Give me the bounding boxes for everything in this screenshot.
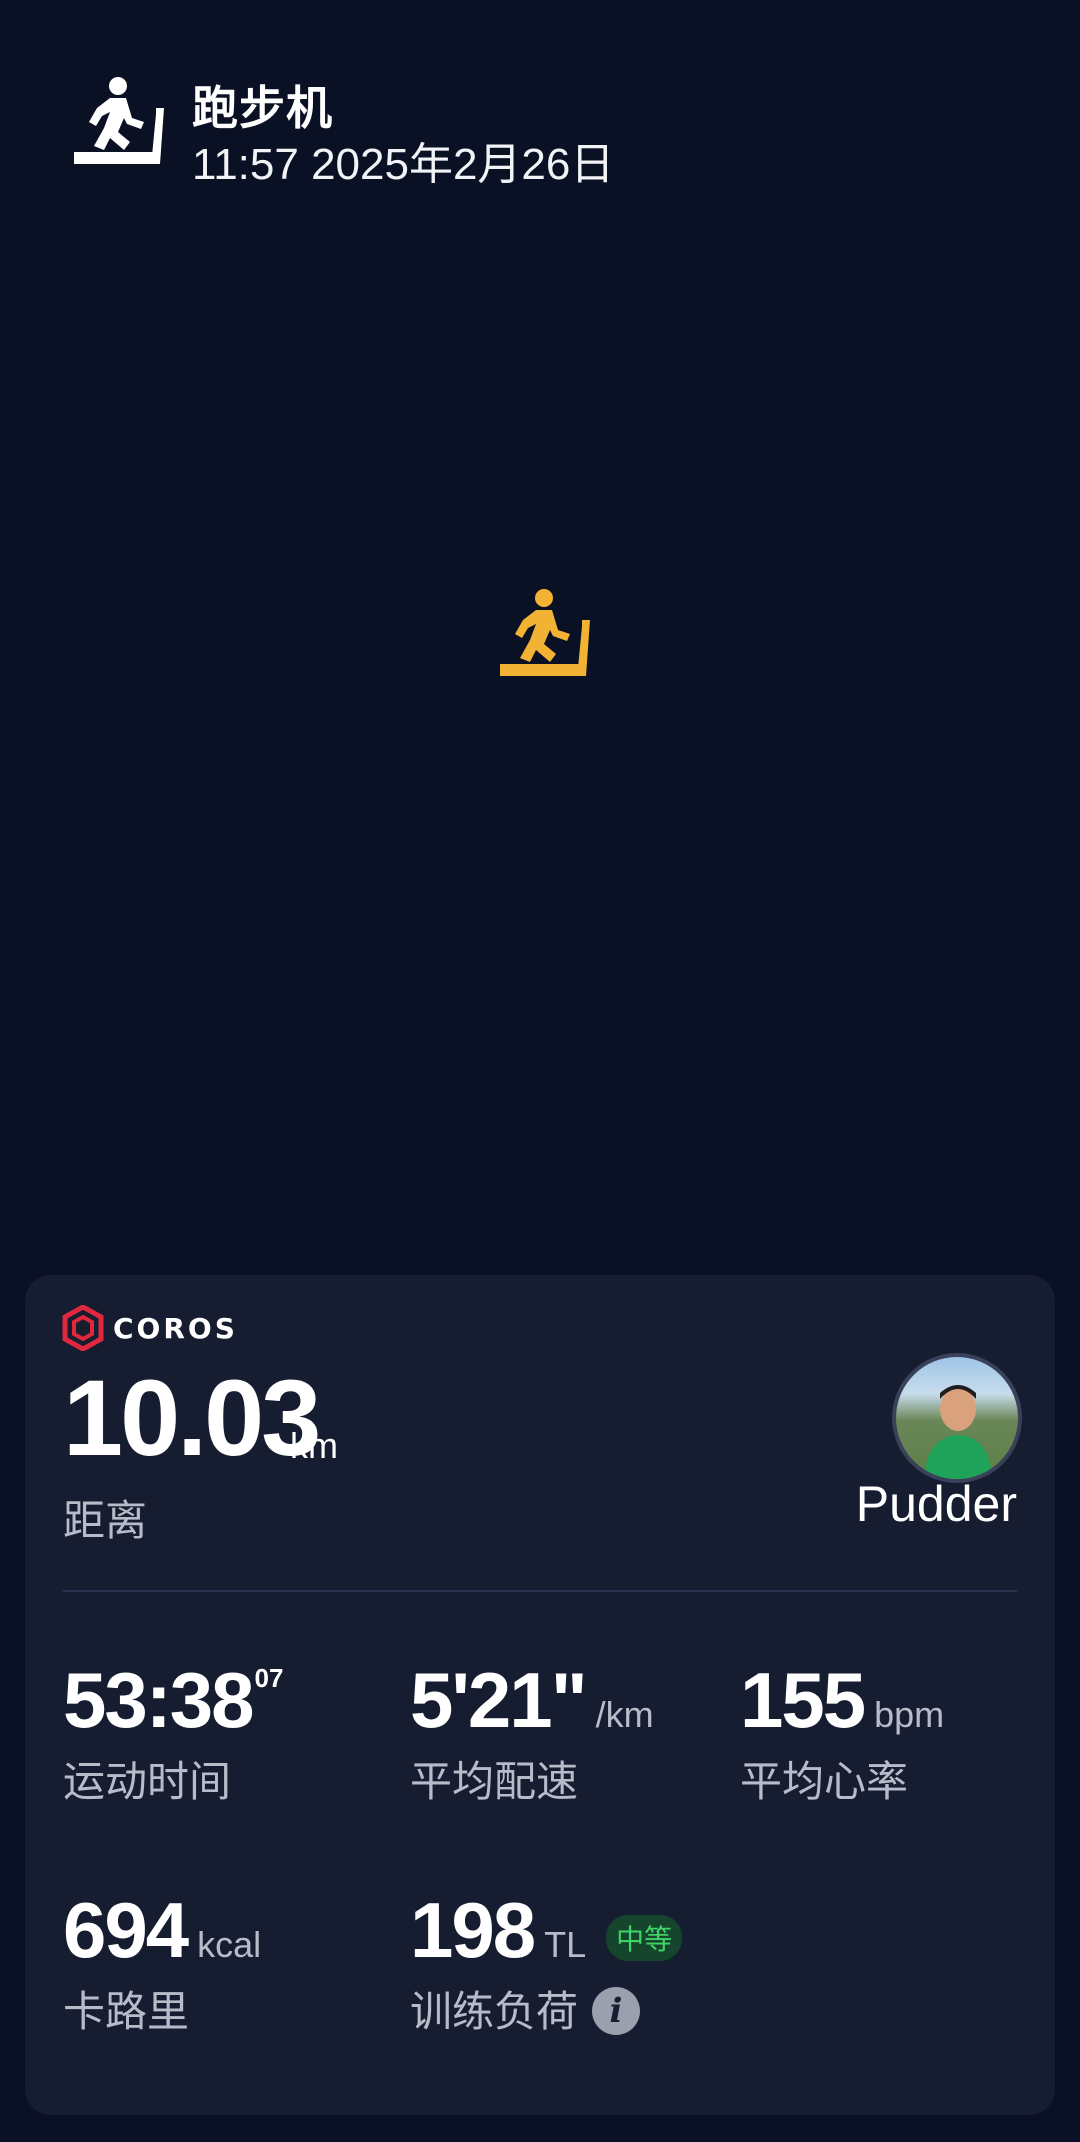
calories-unit: kcal: [197, 1924, 262, 1965]
ring-ray: [476, 319, 526, 485]
stat-calories: 694 kcal 卡路里: [63, 1885, 261, 2039]
activity-summary-card: COROS 10.03 km 距离 Pudder 53:3807 运动时间 5'…: [25, 1275, 1055, 2115]
pace-value: 5'21": [410, 1656, 588, 1744]
center-treadmill-icon: [500, 589, 590, 676]
info-icon[interactable]: i: [592, 1986, 641, 2035]
stat-heart-rate: 155 bpm 平均心率: [740, 1655, 944, 1809]
avatar[interactable]: [892, 1353, 1022, 1483]
stat-pace: 5'21"/km 平均配速: [410, 1655, 654, 1809]
duration-value: 53:38: [63, 1656, 254, 1744]
pace-label: 平均配速: [410, 1758, 579, 1805]
brand: COROS: [61, 1305, 238, 1351]
calories-label: 卡路里: [63, 1988, 190, 2035]
distance-label: 距离: [63, 1497, 148, 1544]
coros-logo-icon: [62, 1305, 104, 1351]
pace-unit: /km: [595, 1694, 654, 1735]
divider: [63, 1590, 1017, 1592]
training-load-unit: TL: [544, 1924, 587, 1965]
calories-value: 694: [63, 1886, 189, 1974]
training-load-badge: 中等: [606, 1915, 683, 1961]
ring-ray: [677, 558, 843, 608]
duration-label: 运动时间: [63, 1758, 232, 1805]
avatar-photo: [924, 1385, 992, 1479]
stat-training-load: 198 TL 中等 训练负荷 i: [410, 1885, 683, 2039]
ring-ray: [554, 319, 604, 485]
training-load-label-row: 训练负荷 i: [410, 1978, 682, 2039]
duration-centiseconds: 07: [254, 1663, 284, 1693]
training-load-value: 198: [410, 1886, 536, 1974]
distance-unit: km: [290, 1425, 338, 1466]
ring-ray: [237, 636, 403, 686]
heart-rate-value: 155: [740, 1656, 866, 1744]
ring-ray: [677, 636, 843, 686]
ring-ray: [476, 759, 526, 925]
ring-ray: [237, 558, 403, 608]
heart-rate-label: 平均心率: [740, 1758, 909, 1805]
ring-ray: [554, 759, 604, 925]
distance-value: 10.03: [63, 1357, 321, 1478]
training-load-label: 训练负荷: [410, 1988, 579, 2035]
heart-rate-unit: bpm: [874, 1694, 945, 1735]
username: Pudder: [855, 1476, 1017, 1532]
brand-name: COROS: [113, 1311, 238, 1345]
stat-duration: 53:3807 运动时间: [63, 1655, 283, 1809]
